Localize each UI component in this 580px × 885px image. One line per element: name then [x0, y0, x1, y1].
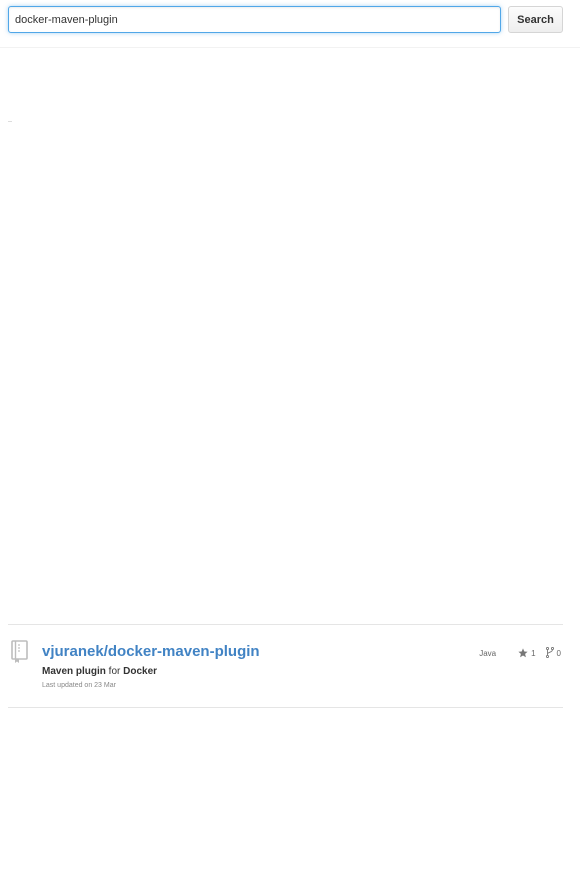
search-bar: Search: [8, 6, 564, 33]
divider-mark: [8, 121, 12, 122]
search-button[interactable]: Search: [508, 6, 563, 33]
stargazers-link[interactable]: 1: [518, 647, 536, 660]
repo-name-link[interactable]: vjuranek/docker-maven-plugin: [42, 643, 260, 660]
description-text: for: [105, 666, 124, 677]
description-highlight-1: Maven plugin: [42, 666, 106, 677]
star-count: 1: [531, 649, 536, 658]
search-results-page: Search vjuranek/docker-maven-plugin Mave…: [0, 0, 580, 885]
repo-language: Java: [479, 649, 497, 658]
repo-description: Maven plugin for Docker: [42, 666, 157, 677]
header-divider: [0, 47, 580, 48]
result-item: vjuranek/docker-maven-plugin Maven plugi…: [8, 625, 563, 707]
repo-stats: Java 1 0: [479, 646, 561, 660]
star-icon: [518, 647, 531, 660]
search-input[interactable]: [8, 6, 501, 33]
repo-icon: [11, 640, 29, 664]
fork-count: 0: [556, 649, 561, 658]
description-highlight-2: Docker: [123, 666, 158, 677]
last-updated: Last updated on 23 Mar: [42, 682, 116, 689]
result-divider-bottom: [8, 707, 563, 708]
forks-link[interactable]: 0: [545, 646, 561, 660]
results-list: vjuranek/docker-maven-plugin Maven plugi…: [8, 624, 563, 708]
fork-icon: [545, 646, 557, 660]
